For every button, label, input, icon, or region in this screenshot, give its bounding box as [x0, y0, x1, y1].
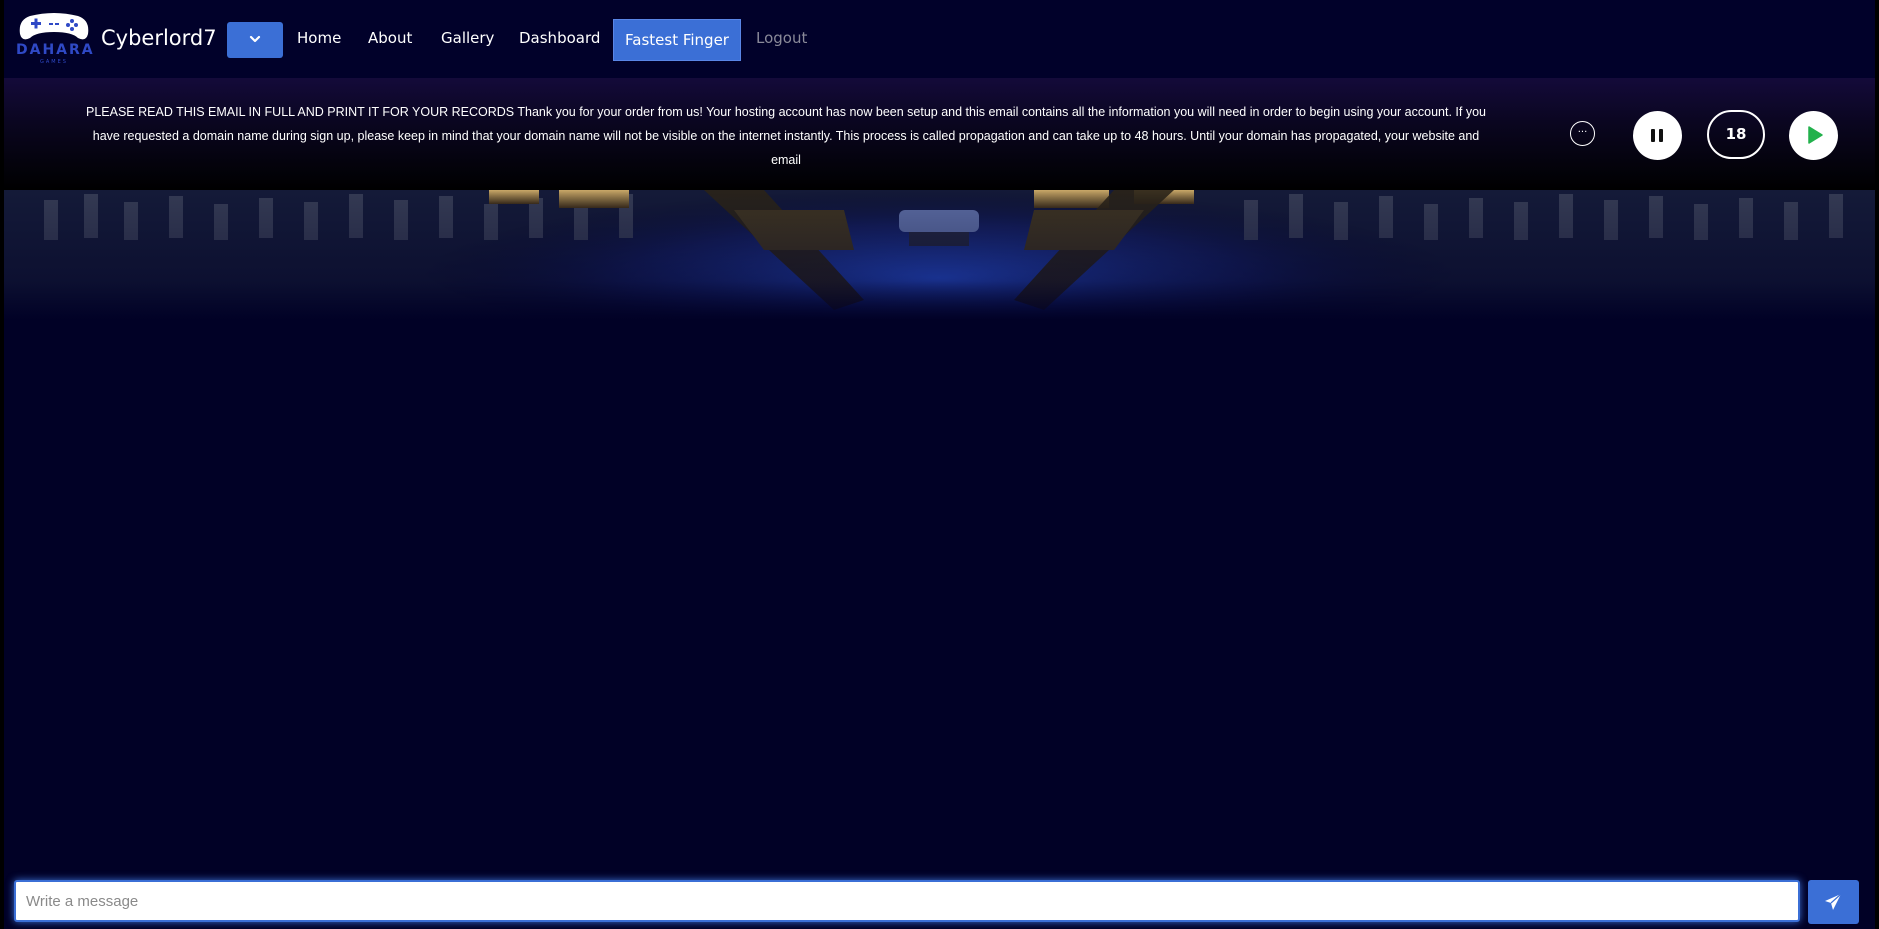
navbar: DAHARA GAMES Cyberlord7 Home About Galle…	[4, 0, 1875, 78]
nav-home[interactable]: Home	[297, 29, 341, 47]
send-icon	[1825, 893, 1842, 910]
user-menu-dropdown-button[interactable]	[227, 22, 283, 58]
chevron-down-icon	[249, 35, 261, 43]
logo-subtext: GAMES	[40, 59, 68, 65]
pause-button[interactable]	[1633, 111, 1682, 160]
nav-about[interactable]: About	[368, 29, 412, 47]
logo[interactable]: DAHARA GAMES	[16, 12, 95, 66]
nav-fastest-finger[interactable]: Fastest Finger	[613, 19, 741, 61]
logo-text: DAHARA	[16, 42, 95, 58]
announcement-banner: PLEASE READ THIS EMAIL IN FULL AND PRINT…	[4, 78, 1875, 190]
send-button[interactable]	[1808, 880, 1859, 924]
message-input[interactable]	[14, 880, 1800, 922]
announcement-text: PLEASE READ THIS EMAIL IN FULL AND PRINT…	[86, 105, 1486, 167]
nav-gallery[interactable]: Gallery	[441, 29, 494, 47]
nav-logout[interactable]: Logout	[756, 29, 807, 47]
gamepad-icon	[19, 13, 89, 40]
username: Cyberlord7	[101, 26, 217, 50]
nav-dashboard[interactable]: Dashboard	[519, 29, 600, 47]
countdown-counter: 18	[1707, 110, 1765, 159]
studio-backdrop-image	[4, 190, 1875, 320]
more-options-button[interactable]: ···	[1570, 121, 1595, 146]
studio-stage-illustration	[4, 190, 1875, 320]
play-button[interactable]	[1789, 111, 1838, 160]
play-icon	[1808, 126, 1823, 144]
